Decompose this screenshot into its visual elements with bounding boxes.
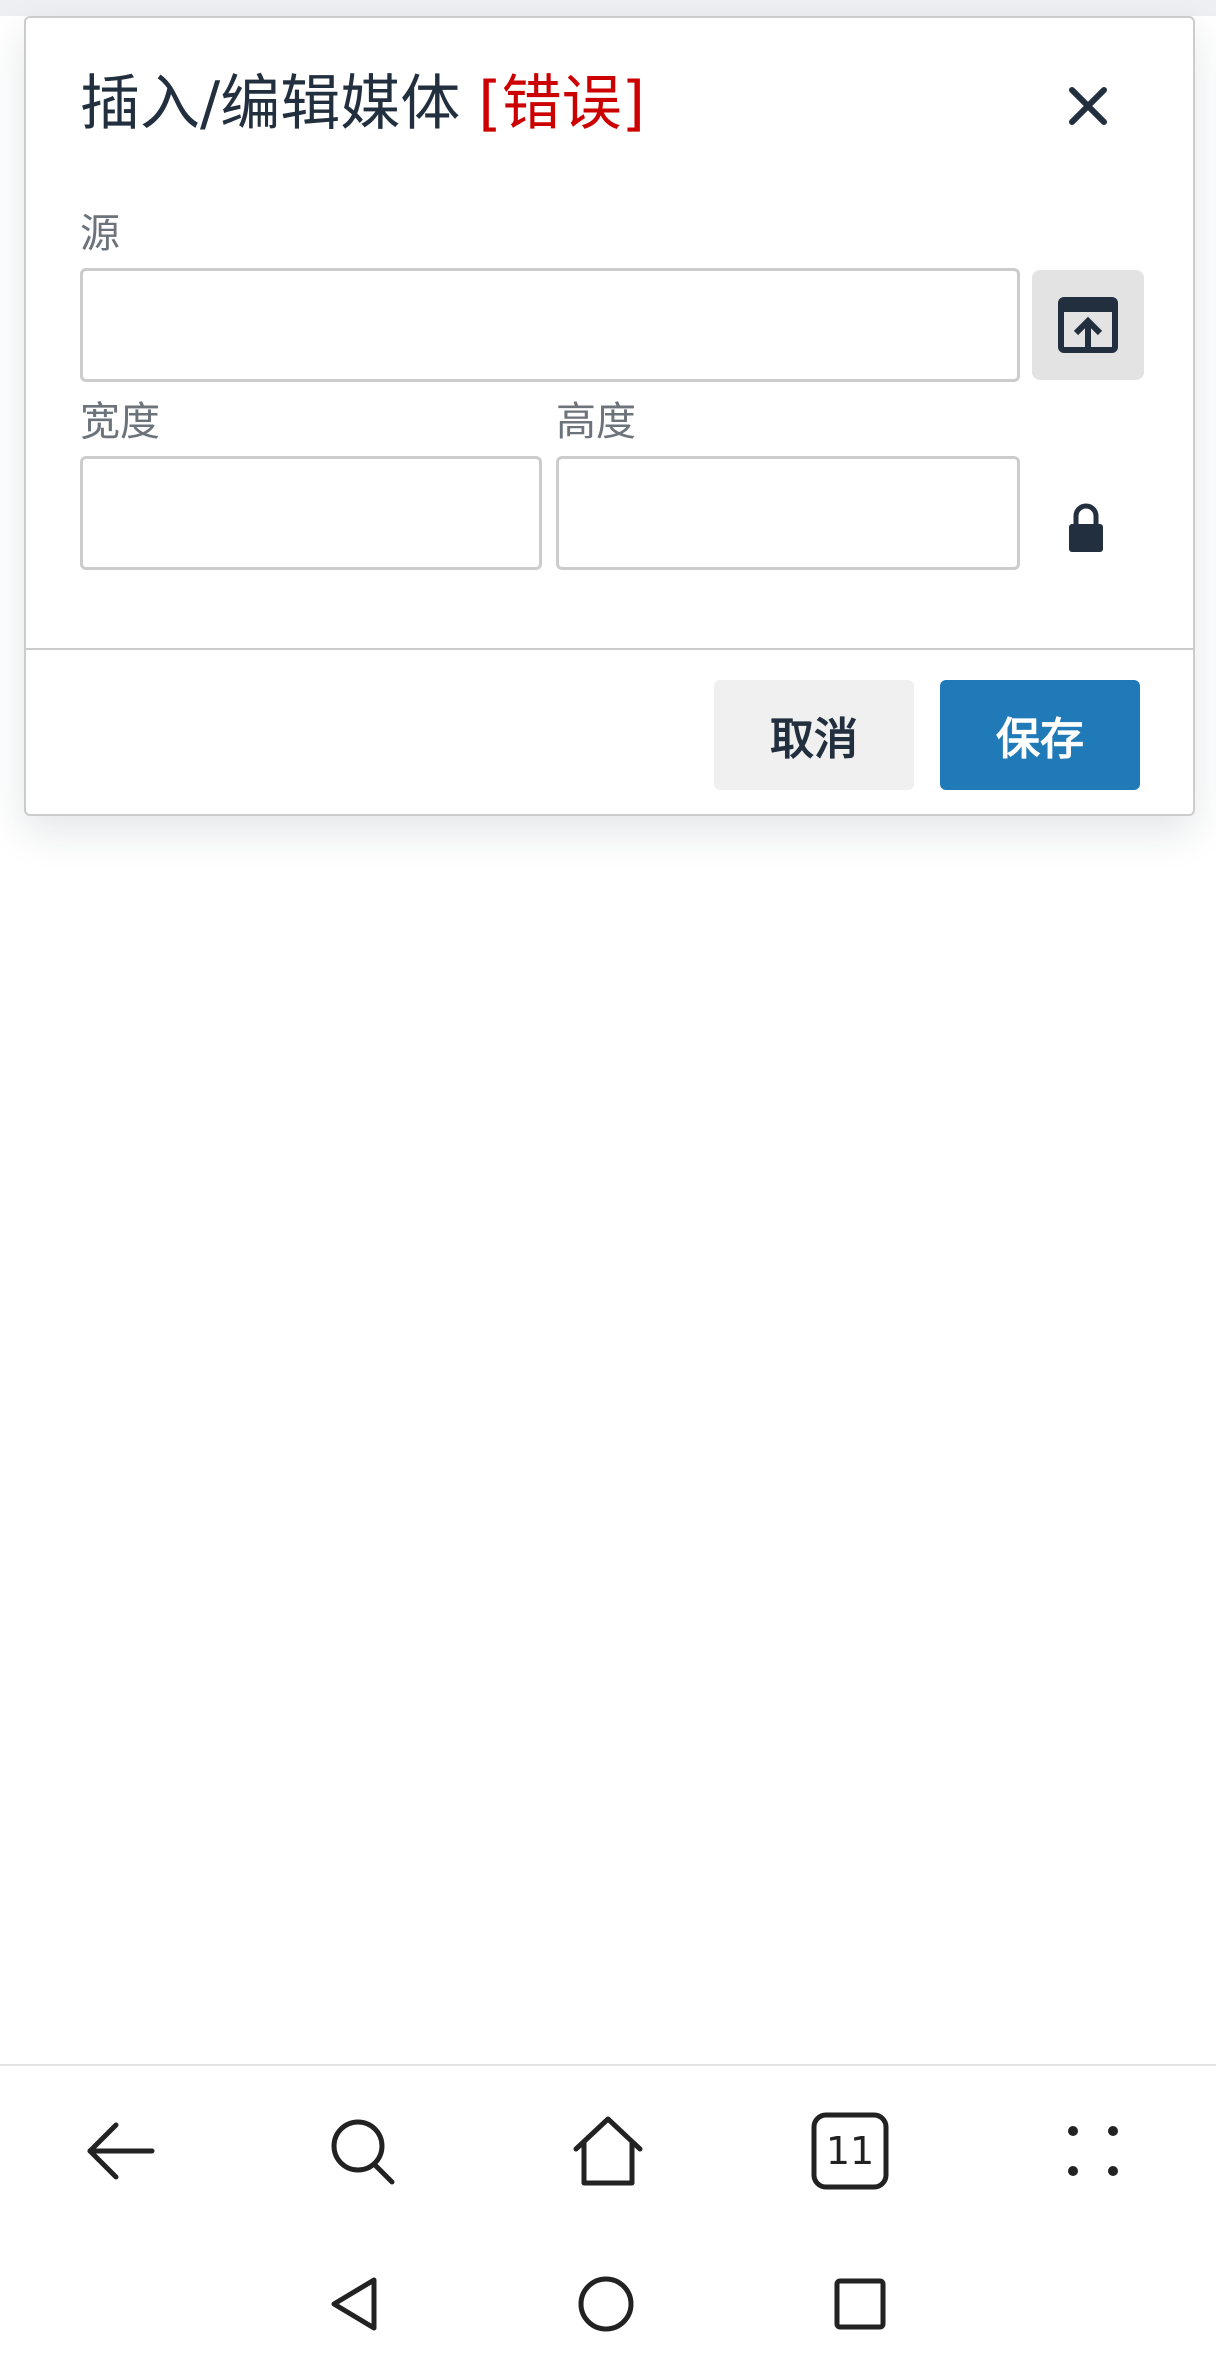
system-recents-button[interactable] (820, 2264, 900, 2344)
close-icon (1069, 87, 1107, 125)
system-home-button[interactable] (566, 2264, 646, 2344)
tabs-count: 11 (825, 2129, 875, 2173)
close-button[interactable] (1050, 68, 1126, 144)
dialog-title-text: 插入/编辑媒体 (80, 69, 461, 139)
upload-icon (1058, 297, 1118, 353)
search-icon (331, 2119, 395, 2185)
more-dots-icon (1068, 2126, 1118, 2176)
dialog-footer-divider (26, 648, 1193, 650)
cancel-button[interactable]: 取消 (714, 680, 914, 790)
height-label: 高度 (556, 399, 636, 445)
browser-back-button[interactable] (76, 2106, 166, 2196)
home-icon (573, 2116, 643, 2186)
insert-media-dialog: 插入/编辑媒体 [错误] 源 宽度 高度 取消 保存 (24, 16, 1195, 816)
system-navigation-bar (0, 2234, 1216, 2376)
triangle-back-icon (331, 2277, 377, 2331)
dialog-title-error: [错误] (478, 69, 646, 139)
constrain-proportions-button[interactable] (1056, 488, 1116, 568)
browser-home-button[interactable] (563, 2106, 653, 2196)
browser-search-button[interactable] (318, 2106, 408, 2196)
page: 插入/编辑媒体 [错误] 源 宽度 高度 取消 保存 11 (0, 0, 1216, 2376)
square-recents-icon (834, 2278, 886, 2330)
source-label: 源 (80, 211, 120, 257)
top-shade (0, 0, 1216, 16)
circle-home-icon (578, 2276, 634, 2332)
system-back-button[interactable] (314, 2264, 394, 2344)
source-input[interactable] (80, 268, 1020, 382)
width-label: 宽度 (80, 399, 160, 445)
dialog-title: 插入/编辑媒体 [错误] (80, 64, 645, 144)
browse-button[interactable] (1032, 270, 1144, 380)
browser-tabs-button[interactable]: 11 (805, 2106, 895, 2196)
back-arrow-icon (87, 2122, 155, 2180)
height-input[interactable] (556, 456, 1020, 570)
lock-icon (1069, 503, 1103, 552)
browser-menu-button[interactable] (1048, 2106, 1138, 2196)
browser-toolbar: 11 (0, 2064, 1216, 2234)
width-input[interactable] (80, 456, 542, 570)
save-button[interactable]: 保存 (940, 680, 1140, 790)
dialog-header: 插入/编辑媒体 [错误] (26, 18, 1193, 188)
